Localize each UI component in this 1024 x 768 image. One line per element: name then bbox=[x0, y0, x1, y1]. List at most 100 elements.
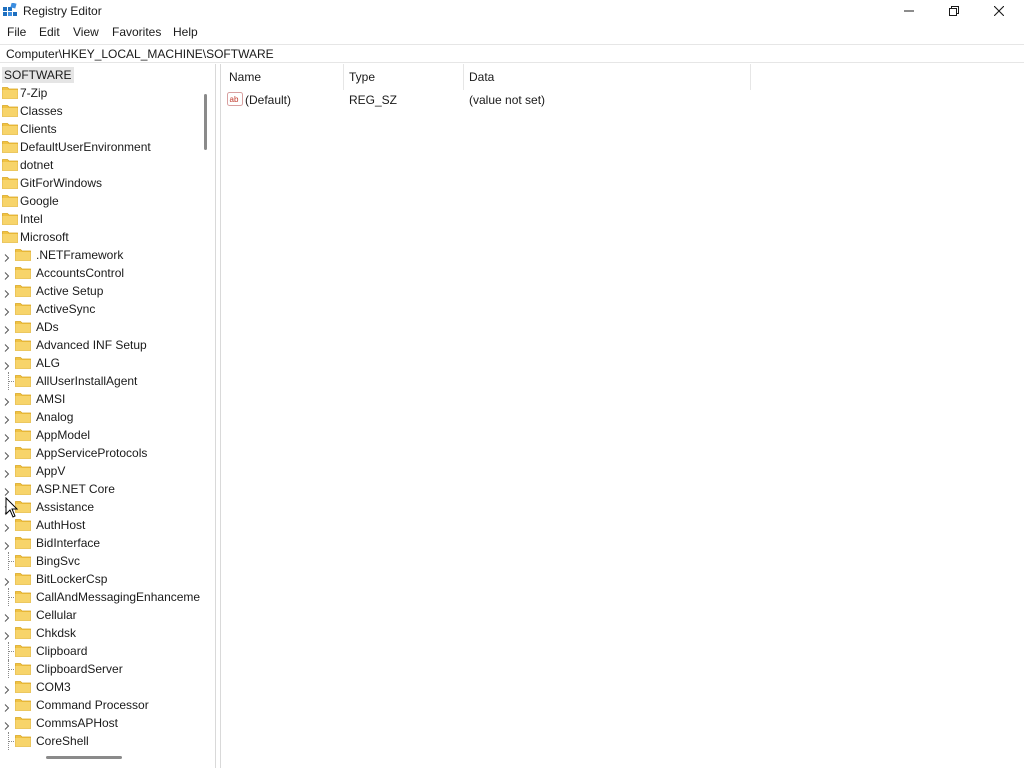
chevron-right-icon[interactable] bbox=[3, 467, 11, 478]
tree-item[interactable]: BidInterface bbox=[0, 534, 200, 552]
tree-item[interactable]: Advanced INF Setup bbox=[0, 336, 200, 354]
tree-item[interactable]: ALG bbox=[0, 354, 200, 372]
tree-item[interactable]: GitForWindows bbox=[0, 174, 200, 192]
tree-item-label: AppV bbox=[36, 464, 66, 478]
chevron-right-icon[interactable] bbox=[3, 287, 11, 298]
tree-item[interactable]: ClipboardServer bbox=[0, 660, 200, 678]
tree-item[interactable]: AllUserInstallAgent bbox=[0, 372, 200, 390]
tree-item[interactable]: dotnet bbox=[0, 156, 200, 174]
tree-item[interactable]: Google bbox=[0, 192, 200, 210]
value-list-pane[interactable]: Name Type Data ab (Default) REG_SZ (valu… bbox=[220, 64, 1024, 768]
address-bar[interactable]: Computer\HKEY_LOCAL_MACHINE\SOFTWARE bbox=[0, 44, 1024, 63]
value-row[interactable]: ab (Default) REG_SZ (value not set) bbox=[225, 90, 985, 108]
tree-item[interactable]: Clients bbox=[0, 120, 200, 138]
tree-item[interactable]: DefaultUserEnvironment bbox=[0, 138, 200, 156]
tree-item[interactable]: AuthHost bbox=[0, 516, 200, 534]
chevron-right-icon[interactable] bbox=[3, 701, 11, 712]
address-path[interactable]: Computer\HKEY_LOCAL_MACHINE\SOFTWARE bbox=[6, 47, 274, 61]
tree-item[interactable]: AppServiceProtocols bbox=[0, 444, 200, 462]
vertical-scrollbar-thumb[interactable] bbox=[204, 94, 207, 150]
tree-item[interactable]: ActiveSync bbox=[0, 300, 200, 318]
key-tree-pane[interactable]: SOFTWARE 7-Zip Classes Clients DefaultUserE… bbox=[0, 64, 216, 768]
value-name: (Default) bbox=[245, 93, 292, 107]
tree-item-label: Command Processor bbox=[36, 698, 149, 712]
tree-item[interactable]: ASP.NET Core bbox=[0, 480, 200, 498]
tree-item[interactable]: COM3 bbox=[0, 678, 200, 696]
chevron-right-icon[interactable] bbox=[3, 611, 11, 622]
tree-item[interactable]: Clipboard bbox=[0, 642, 200, 660]
tree-item-label: Microsoft bbox=[20, 230, 69, 244]
chevron-right-icon[interactable] bbox=[3, 575, 11, 586]
tree-item[interactable]: CallAndMessagingEnhanceme bbox=[0, 588, 200, 606]
horizontal-scrollbar-thumb[interactable] bbox=[46, 756, 122, 759]
chevron-right-icon[interactable] bbox=[3, 395, 11, 406]
chevron-right-icon[interactable] bbox=[3, 431, 11, 442]
chevron-right-icon[interactable] bbox=[3, 485, 11, 496]
chevron-right-icon[interactable] bbox=[3, 359, 11, 370]
tree-item-label: COM3 bbox=[36, 680, 71, 694]
folder-icon bbox=[15, 644, 31, 657]
menu-edit[interactable]: Edit bbox=[39, 25, 60, 39]
tree-item[interactable]: 7-Zip bbox=[0, 84, 200, 102]
tree-item[interactable]: ADs bbox=[0, 318, 200, 336]
chevron-right-icon[interactable] bbox=[3, 719, 11, 730]
tree-item[interactable]: Microsoft bbox=[0, 228, 200, 246]
chevron-right-icon[interactable] bbox=[3, 251, 11, 262]
mouse-pointer-icon bbox=[5, 497, 19, 518]
tree-item[interactable]: Chkdsk bbox=[0, 624, 200, 642]
folder-icon bbox=[15, 266, 31, 279]
column-divider[interactable] bbox=[343, 64, 344, 90]
tree-item[interactable]: .NETFramework bbox=[0, 246, 200, 264]
title-bar: Registry Editor bbox=[0, 0, 1024, 22]
tree-item[interactable]: Analog bbox=[0, 408, 200, 426]
tree-item[interactable]: AppV bbox=[0, 462, 200, 480]
restore-button[interactable] bbox=[931, 0, 977, 22]
chevron-right-icon[interactable] bbox=[3, 449, 11, 460]
menu-help[interactable]: Help bbox=[173, 25, 198, 39]
tree-item-label: Cellular bbox=[36, 608, 77, 622]
column-divider[interactable] bbox=[463, 64, 464, 90]
menu-bar: File Edit View Favorites Help bbox=[0, 22, 1024, 42]
tree-item[interactable]: CommsAPHost bbox=[0, 714, 200, 732]
tree-item[interactable]: Classes bbox=[0, 102, 200, 120]
chevron-right-icon[interactable] bbox=[3, 269, 11, 280]
folder-icon bbox=[2, 176, 18, 189]
tree-item[interactable]: Command Processor bbox=[0, 696, 200, 714]
tree-root-software[interactable]: SOFTWARE bbox=[2, 67, 74, 83]
menu-favorites[interactable]: Favorites bbox=[112, 25, 161, 39]
tree-item[interactable]: AccountsControl bbox=[0, 264, 200, 282]
tree-item-label: AppModel bbox=[36, 428, 91, 442]
folder-icon bbox=[2, 104, 18, 117]
folder-icon bbox=[15, 608, 31, 621]
chevron-right-icon[interactable] bbox=[3, 323, 11, 334]
minimize-button[interactable] bbox=[886, 0, 932, 22]
chevron-right-icon[interactable] bbox=[3, 341, 11, 352]
value-type: REG_SZ bbox=[349, 93, 398, 107]
menu-view[interactable]: View bbox=[73, 25, 99, 39]
tree-item[interactable]: Active Setup bbox=[0, 282, 200, 300]
column-header-data[interactable]: Data bbox=[469, 70, 494, 84]
tree-item[interactable]: Cellular bbox=[0, 606, 200, 624]
tree-item[interactable]: Assistance bbox=[0, 498, 200, 516]
tree-item[interactable]: CoreShell bbox=[0, 732, 200, 750]
tree-item-label: ClipboardServer bbox=[36, 662, 123, 676]
column-header-name[interactable]: Name bbox=[229, 70, 261, 84]
column-divider[interactable] bbox=[750, 64, 751, 90]
chevron-right-icon[interactable] bbox=[3, 521, 11, 532]
chevron-right-icon[interactable] bbox=[3, 539, 11, 550]
tree-item[interactable]: BitLockerCsp bbox=[0, 570, 200, 588]
tree-item-label: BitLockerCsp bbox=[36, 572, 108, 586]
chevron-right-icon[interactable] bbox=[3, 683, 11, 694]
tree-item[interactable]: Intel bbox=[0, 210, 200, 228]
menu-file[interactable]: File bbox=[7, 25, 26, 39]
column-header-type[interactable]: Type bbox=[349, 70, 375, 84]
folder-icon bbox=[15, 590, 31, 603]
chevron-right-icon[interactable] bbox=[3, 305, 11, 316]
chevron-right-icon[interactable] bbox=[3, 413, 11, 424]
close-button[interactable] bbox=[976, 0, 1022, 22]
chevron-right-icon[interactable] bbox=[3, 629, 11, 640]
tree-item[interactable]: AMSI bbox=[0, 390, 200, 408]
tree-item[interactable]: BingSvc bbox=[0, 552, 200, 570]
folder-icon bbox=[15, 536, 31, 549]
tree-item[interactable]: AppModel bbox=[0, 426, 200, 444]
